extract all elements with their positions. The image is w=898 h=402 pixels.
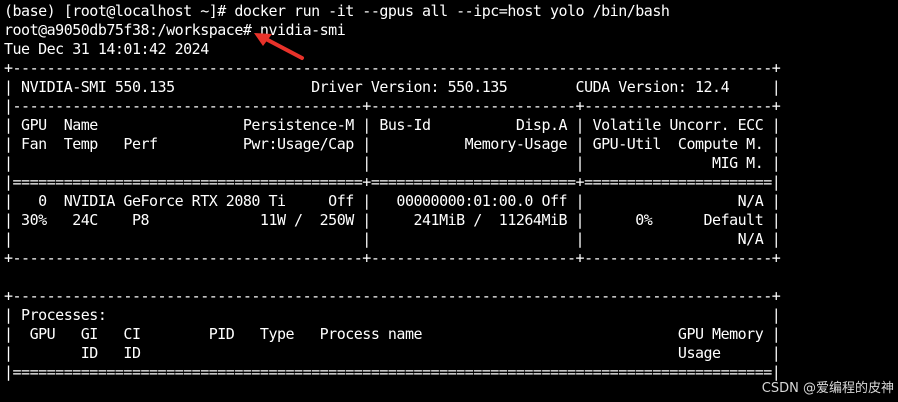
timestamp-line: Tue Dec 31 14:01:42 2024: [4, 40, 209, 58]
gpu-row-2: | 30% 24C P8 11W / 250W | 241MiB / 11264…: [4, 211, 781, 229]
command-line-nvidia-smi: root@a9050db75f38:/workspace# nvidia-smi: [4, 21, 346, 39]
header-row-3: | | | MIG M. |: [4, 154, 781, 172]
processes-border-top: +---------------------------------------…: [4, 287, 781, 305]
processes-separator: |=======================================…: [4, 363, 781, 381]
header-separator: |=======================================…: [4, 173, 781, 191]
processes-header-row-2: | ID ID Usage |: [4, 344, 781, 362]
terminal-output: (base) [root@localhost ~]# docker run -i…: [4, 2, 781, 382]
gpu-row-3: | | | N/A |: [4, 230, 781, 248]
table-divider: |---------------------------------------…: [4, 97, 781, 115]
processes-header-row-1: | GPU GI CI PID Type Process name GPU Me…: [4, 325, 781, 343]
watermark: CSDN @爱编程的皮神: [761, 381, 894, 396]
table-border-top: +---------------------------------------…: [4, 59, 781, 77]
processes-title-row: | Processes: |: [4, 306, 781, 324]
command-line-docker-run: (base) [root@localhost ~]# docker run -i…: [4, 2, 670, 20]
version-info-row: | NVIDIA-SMI 550.135 Driver Version: 550…: [4, 78, 781, 96]
table-border-bottom: +---------------------------------------…: [4, 249, 781, 267]
header-row-2: | Fan Temp Perf Pwr:Usage/Cap | Memory-U…: [4, 135, 781, 153]
header-row-1: | GPU Name Persistence-M | Bus-Id Disp.A…: [4, 116, 781, 134]
gpu-row-1: | 0 NVIDIA GeForce RTX 2080 Ti Off | 000…: [4, 192, 781, 210]
terminal-window[interactable]: (base) [root@localhost ~]# docker run -i…: [0, 0, 898, 402]
